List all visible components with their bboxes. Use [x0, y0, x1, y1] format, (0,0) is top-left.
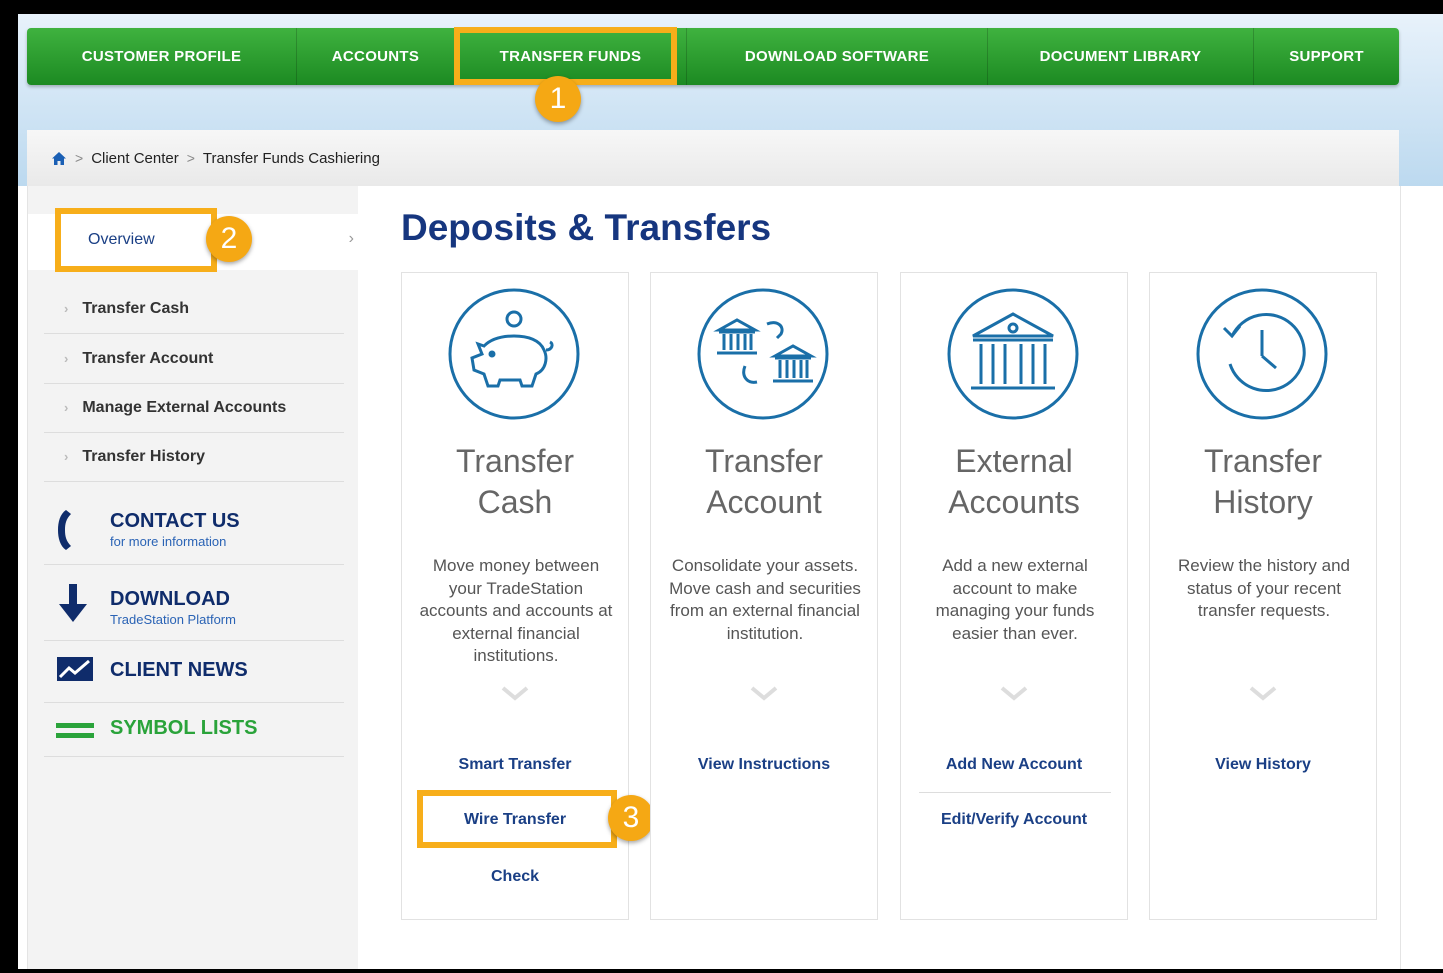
view-instructions-link[interactable]: View Instructions: [651, 756, 877, 774]
sidebar-item-label: Transfer Account: [82, 349, 214, 367]
content-area: Overview › 2 › Transfer Cash › Transfer Ac…: [27, 186, 1401, 969]
breadcrumb-separator: >: [186, 150, 195, 166]
clock-history-icon: [1196, 288, 1328, 420]
edit-verify-account-link[interactable]: Edit/Verify Account: [901, 811, 1127, 829]
highlight-wire-transfer: [417, 790, 617, 848]
piggy-bank-icon: [448, 288, 580, 420]
nav-customer-profile[interactable]: CUSTOMER PROFILE: [27, 28, 297, 85]
contact-us-title: CONTACT US: [110, 510, 240, 532]
card-title: Transfer Cash: [456, 443, 574, 520]
page-title: Deposits & Transfers: [401, 207, 772, 248]
download-arrow-icon: [56, 582, 90, 629]
download-subtitle: TradeStation Platform: [110, 612, 236, 627]
card-transfer-account: Transfer Account Consolidate your assets.…: [650, 272, 878, 920]
sidebar-item-label: Transfer Cash: [82, 299, 190, 317]
nav-support[interactable]: SUPPORT: [1254, 28, 1399, 85]
list-icon: [56, 720, 94, 747]
symbol-lists-link[interactable]: SYMBOL LISTS: [44, 710, 344, 757]
card-description: Move money between your TradeStation acc…: [419, 556, 613, 666]
check-link[interactable]: Check: [402, 868, 628, 886]
chevron-right-icon: ›: [64, 351, 69, 366]
sidebar-item-label: Transfer History: [82, 447, 206, 465]
sidebar-item-transfer-account[interactable]: › Transfer Account: [44, 334, 344, 384]
chevron-down-icon: [749, 685, 779, 706]
breadcrumb-client-center[interactable]: Client Center: [91, 150, 179, 167]
card-title: External Accounts: [948, 443, 1080, 520]
nav-document-library[interactable]: DOCUMENT LIBRARY: [988, 28, 1254, 85]
chevron-down-icon: [500, 685, 530, 706]
card-description: Review the history and status of your re…: [1178, 556, 1350, 621]
symbol-lists-title: SYMBOL LISTS: [110, 717, 258, 739]
bank-icon: [947, 288, 1079, 420]
breadcrumb-current: Transfer Funds Cashiering: [202, 149, 380, 167]
chevron-right-icon: ›: [348, 230, 354, 247]
phone-icon: [56, 508, 86, 557]
add-new-account-link[interactable]: Add New Account: [901, 756, 1127, 774]
breadcrumb-separator: >: [75, 150, 84, 166]
card-transfer-history: Transfer History Review the history and s…: [1149, 272, 1377, 920]
divider: [919, 792, 1111, 793]
sidebar: Overview › 2 › Transfer Cash › Transfer Ac…: [28, 186, 358, 969]
view-history-link[interactable]: View History: [1150, 756, 1376, 774]
download-title: DOWNLOAD: [110, 588, 230, 610]
download-link[interactable]: DOWNLOAD TradeStation Platform: [44, 576, 344, 641]
chevron-right-icon: ›: [64, 301, 69, 316]
chevron-right-icon: ›: [64, 449, 69, 464]
sidebar-item-transfer-cash[interactable]: › Transfer Cash: [44, 284, 344, 334]
contact-us-link[interactable]: CONTACT US for more information: [44, 496, 344, 565]
smart-transfer-link[interactable]: Smart Transfer: [402, 756, 628, 774]
highlight-overview: [55, 208, 217, 272]
step-badge-2: 2: [206, 216, 252, 262]
client-news-title: CLIENT NEWS: [110, 659, 248, 681]
sidebar-item-manage-external[interactable]: › Manage External Accounts: [44, 383, 344, 433]
card-description: Add a new external account to make manag…: [935, 556, 1095, 643]
sidebar-item-label: Manage External Accounts: [82, 398, 287, 416]
breadcrumb: > Client Center > Transfer Funds Cashier…: [27, 130, 1399, 187]
sidebar-item-transfer-history[interactable]: › Transfer History: [44, 432, 344, 482]
contact-us-subtitle: for more information: [110, 534, 227, 549]
card-title: Transfer Account: [705, 443, 823, 520]
bank-transfer-icon: [697, 288, 829, 420]
card-title: Transfer History: [1204, 443, 1322, 520]
chevron-down-icon: [999, 685, 1029, 706]
top-nav: CUSTOMER PROFILE ACCOUNTS TRANSFER FUNDS…: [27, 28, 1399, 85]
chevron-right-icon: ›: [64, 400, 69, 415]
nav-download-software[interactable]: DOWNLOAD SOFTWARE: [687, 28, 988, 85]
step-badge-3: 3: [608, 795, 654, 841]
client-news-link[interactable]: CLIENT NEWS: [44, 652, 344, 703]
card-external-accounts: External Accounts Add a new external acco…: [900, 272, 1128, 920]
card-description: Consolidate your assets. Move cash and s…: [669, 556, 861, 643]
chevron-down-icon: [1248, 685, 1278, 706]
home-icon[interactable]: [51, 151, 67, 166]
page: CUSTOMER PROFILE ACCOUNTS TRANSFER FUNDS…: [18, 14, 1443, 969]
step-badge-1: 1: [535, 76, 581, 122]
nav-accounts[interactable]: ACCOUNTS: [297, 28, 455, 85]
news-chart-icon: [56, 656, 94, 687]
